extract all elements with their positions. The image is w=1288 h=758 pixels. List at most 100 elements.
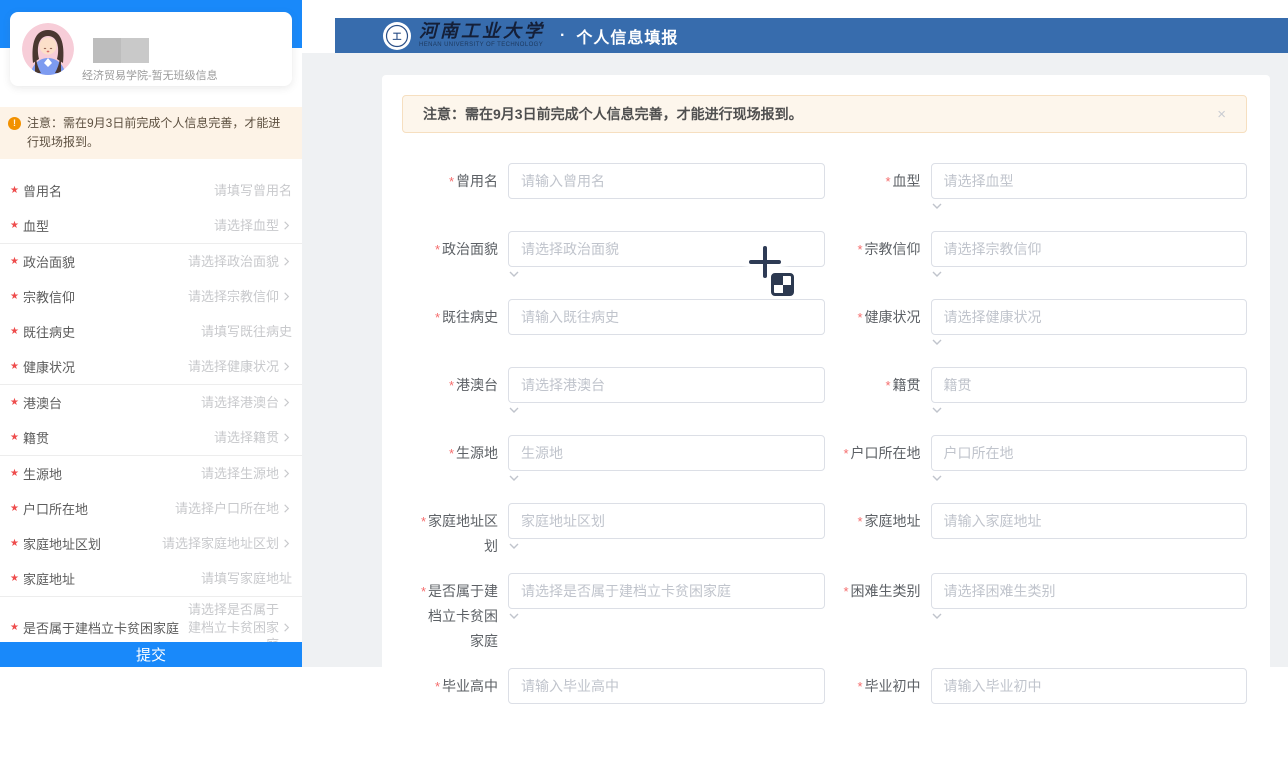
text-input[interactable]: [931, 668, 1248, 704]
field-placeholder-value: 请选择生源地: [201, 461, 279, 487]
field-label: 籍贯: [23, 428, 49, 447]
field-placeholder-value: 请选择宗教信仰: [188, 284, 279, 310]
chevron-down-icon: [931, 472, 943, 484]
select-dropdown[interactable]: 户口所在地: [931, 435, 1248, 471]
chevron-down-icon: [508, 540, 520, 552]
sidebar-field-row[interactable]: ★血型请选择血型: [0, 208, 302, 244]
sidebar-field-list: ★曾用名请填写曾用名★血型请选择血型★政治面貌请选择政治面貌★宗教信仰请选择宗教…: [0, 173, 302, 658]
chevron-down-icon: [931, 610, 943, 622]
chevron-right-icon: [281, 538, 292, 549]
sidebar-field-row[interactable]: ★曾用名请填写曾用名: [0, 173, 302, 208]
form-card: 注意：需在9月3日前完成个人信息完善，才能进行现场报到。 × *曾用名 *血型请选…: [382, 75, 1270, 758]
field-label: *困难生类别: [839, 573, 931, 604]
form-field-毕业初中: *毕业初中: [839, 668, 1248, 704]
university-seal-logo: 工: [383, 22, 411, 50]
select-dropdown[interactable]: 生源地: [508, 435, 825, 471]
required-star-icon: *: [435, 310, 440, 325]
select-dropdown[interactable]: 请选择困难生类别: [931, 573, 1248, 609]
form-field-籍贯: *籍贯籍贯: [839, 367, 1248, 421]
field-label: *港澳台: [416, 367, 508, 398]
select-dropdown[interactable]: 请选择血型: [931, 163, 1248, 199]
form-row: *是否属于建档立卡贫困家庭请选择是否属于建档立卡贫困家庭*困难生类别请选择困难生…: [416, 573, 1247, 654]
main-panel: 工 河南工业大学 HENAN UNIVERSITY OF TECHNOLOGY …: [302, 0, 1288, 667]
required-star-icon: *: [435, 679, 440, 694]
chevron-down-icon: [931, 200, 943, 212]
required-star-icon: *: [857, 679, 862, 694]
field-placeholder-value: 请填写既往病史: [201, 319, 292, 345]
field-label: *户口所在地: [839, 435, 931, 466]
form-row: *政治面貌请选择政治面貌 *宗教信仰请选择宗教信仰: [416, 231, 1247, 285]
select-dropdown[interactable]: 请选择政治面貌: [508, 231, 825, 267]
warning-banner: 注意：需在9月3日前完成个人信息完善，才能进行现场报到。 ×: [402, 95, 1247, 133]
sidebar-field-row[interactable]: ★家庭地址请填写家庭地址: [0, 561, 302, 597]
select-dropdown[interactable]: 籍贯: [931, 367, 1248, 403]
close-icon[interactable]: ×: [1217, 107, 1226, 122]
university-name-cn: 河南工业大学: [419, 23, 545, 41]
redacted-student-name: [93, 38, 149, 63]
field-placeholder-value: 请选择政治面貌: [188, 249, 279, 275]
header-separator-dot: ·: [560, 27, 565, 45]
field-label: 是否属于建档立卡贫困家庭: [23, 618, 179, 637]
submit-button[interactable]: 提交: [0, 642, 302, 667]
sidebar-field-row[interactable]: ★籍贯请选择籍贯: [0, 420, 302, 456]
field-label: *政治面貌: [416, 231, 508, 262]
text-input[interactable]: [508, 163, 825, 199]
text-input[interactable]: [931, 503, 1248, 539]
text-input[interactable]: [508, 668, 825, 704]
sidebar-field-row[interactable]: ★港澳台请选择港澳台: [0, 385, 302, 420]
chevron-down-icon: [508, 472, 520, 484]
required-star-icon: ★: [10, 185, 19, 196]
required-star-icon: *: [857, 310, 862, 325]
required-star-icon: *: [435, 242, 440, 257]
form-field-宗教信仰: *宗教信仰请选择宗教信仰: [839, 231, 1248, 285]
select-dropdown[interactable]: 请选择健康状况: [931, 299, 1248, 335]
page-title: 个人信息填报: [576, 24, 678, 48]
select-dropdown[interactable]: 家庭地址区划: [508, 503, 825, 539]
required-star-icon: *: [449, 446, 454, 461]
sidebar-field-row[interactable]: ★健康状况请选择健康状况: [0, 349, 302, 385]
sidebar-field-row[interactable]: ★政治面貌请选择政治面貌: [0, 244, 302, 279]
text-input[interactable]: [508, 299, 825, 335]
field-label: *宗教信仰: [839, 231, 931, 262]
chevron-down-icon: [931, 404, 943, 416]
sidebar-field-row[interactable]: ★宗教信仰请选择宗教信仰: [0, 279, 302, 314]
form-field-港澳台: *港澳台请选择港澳台: [416, 367, 825, 421]
required-star-icon: ★: [10, 432, 19, 443]
field-placeholder-value: 请选择血型: [214, 213, 279, 239]
chevron-right-icon: [281, 468, 292, 479]
required-star-icon: *: [449, 378, 454, 393]
chevron-down-icon: [931, 268, 943, 280]
field-placeholder-value: 请选择港澳台: [201, 390, 279, 416]
chevron-right-icon: [281, 622, 292, 633]
select-dropdown[interactable]: 请选择港澳台: [508, 367, 825, 403]
university-wordmark: 河南工业大学 HENAN UNIVERSITY OF TECHNOLOGY: [419, 23, 545, 48]
college-class-label: 经济贸易学院-暂无班级信息: [82, 67, 218, 83]
form-field-政治面貌: *政治面貌请选择政治面貌: [416, 231, 825, 285]
sidebar-field-row[interactable]: ★生源地请选择生源地: [0, 456, 302, 491]
form-field-曾用名: *曾用名: [416, 163, 825, 199]
field-label: *健康状况: [839, 299, 931, 330]
required-star-icon: *: [421, 584, 426, 599]
form-field-家庭地址区划: *家庭地址区划家庭地址区划: [416, 503, 825, 559]
form-row: *家庭地址区划家庭地址区划*家庭地址: [416, 503, 1247, 559]
exclamation-circle-icon: !: [8, 117, 21, 130]
field-label: *毕业高中: [416, 668, 508, 699]
field-label: 户口所在地: [23, 499, 88, 518]
form-field-生源地: *生源地生源地: [416, 435, 825, 489]
field-placeholder-value: 请选择家庭地址区划: [162, 531, 279, 557]
sidebar-field-row[interactable]: ★户口所在地请选择户口所在地: [0, 491, 302, 526]
field-label: *籍贯: [839, 367, 931, 398]
required-star-icon: ★: [10, 538, 19, 549]
select-dropdown[interactable]: 请选择是否属于建档立卡贫困家庭: [508, 573, 825, 609]
chevron-right-icon: [281, 220, 292, 231]
chevron-right-icon: [281, 256, 292, 267]
form-field-血型: *血型请选择血型: [839, 163, 1248, 217]
required-star-icon: ★: [10, 361, 19, 372]
select-dropdown[interactable]: 请选择宗教信仰: [931, 231, 1248, 267]
sidebar-field-row[interactable]: ★既往病史请填写既往病史: [0, 314, 302, 349]
form-grid: *曾用名*血型请选择血型*政治面貌请选择政治面貌*宗教信仰请选择宗教信仰*既往病…: [402, 163, 1247, 704]
sidebar-field-row[interactable]: ★家庭地址区划请选择家庭地址区划: [0, 526, 302, 561]
avatar: [22, 23, 74, 75]
profile-card: 经济贸易学院-暂无班级信息: [10, 12, 292, 86]
chevron-right-icon: [281, 397, 292, 408]
